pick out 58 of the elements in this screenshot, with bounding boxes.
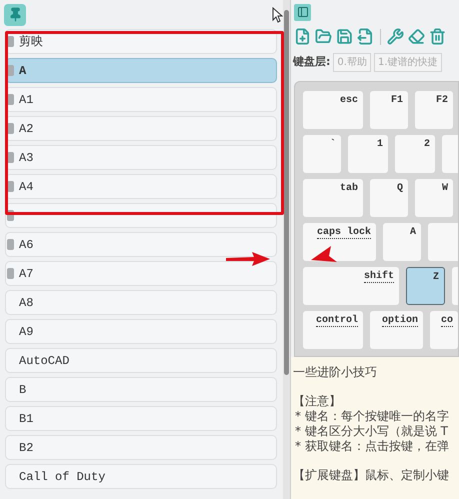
preset-item[interactable]: A7 (5, 261, 277, 286)
pin-icon (8, 7, 22, 22)
keyboard-key[interactable]: esc (303, 91, 363, 129)
keyboard-key[interactable]: 1 (348, 135, 388, 173)
tips-title: 一些进阶小技巧 (293, 365, 378, 380)
wrench-icon (387, 28, 404, 45)
keyboard-key[interactable]: caps lock (303, 223, 376, 261)
pin-button[interactable] (4, 4, 26, 26)
scrollbar[interactable] (283, 0, 290, 499)
keyboard-key[interactable]: F2 (415, 91, 453, 129)
preset-item[interactable]: A2 (5, 116, 277, 141)
keyboard-key[interactable]: 2 (395, 135, 435, 173)
keyboard-key[interactable]: Q (370, 179, 408, 217)
new-file-icon (294, 28, 311, 45)
keyboard-key[interactable]: Z (406, 267, 445, 305)
preset-item[interactable]: A9 (5, 319, 277, 344)
keyboard-key[interactable]: F1 (370, 91, 408, 129)
keyboard-key[interactable]: W (415, 179, 453, 217)
keyboard-key[interactable]: option (370, 311, 423, 349)
tips-heading: 【注意】 (293, 394, 342, 409)
preset-item[interactable]: A1 (5, 87, 277, 112)
preset-item[interactable]: B1 (5, 406, 277, 431)
keyboard-key[interactable]: A (383, 223, 421, 261)
collapse-button[interactable] (294, 4, 311, 20)
eraser-button[interactable] (408, 26, 425, 46)
trash-button[interactable] (429, 26, 446, 46)
wrench-button[interactable] (387, 26, 404, 46)
annotation-arrow (226, 252, 270, 266)
preset-item[interactable]: A6 (5, 232, 277, 257)
keyboard-key[interactable]: co (430, 311, 458, 349)
preset-item[interactable]: A8 (5, 290, 277, 315)
preset-item[interactable]: AutoCAD (5, 348, 277, 373)
preset-item[interactable]: A4 (5, 174, 277, 199)
tips-bullet: * 获取键名：点击按键，在弹 (294, 439, 450, 454)
save-button[interactable] (336, 26, 353, 46)
eraser-icon (408, 28, 425, 45)
trash-icon (429, 28, 446, 45)
keyboard-key[interactable]: ` (303, 135, 341, 173)
new-file-button[interactable] (294, 26, 311, 46)
annotation-arrowhead (311, 246, 339, 262)
preset-item[interactable]: B2 (5, 435, 277, 460)
preset-item[interactable]: B (5, 377, 277, 402)
keyboard-key[interactable]: control (303, 311, 363, 349)
preset-item[interactable]: A (5, 58, 277, 83)
cursor-icon (272, 7, 283, 23)
folder-icon (315, 28, 332, 45)
export-file-button[interactable] (357, 26, 374, 46)
keyboard-key[interactable]: tab (303, 179, 363, 217)
export-file-icon (357, 28, 374, 45)
keyboard-key[interactable]: shift (303, 267, 399, 305)
tips-bullet: * 键名区分大小写（就是说 T (294, 424, 449, 439)
preset-item[interactable]: Call of Duty (5, 464, 277, 489)
tips-bullet: * 键名：每个按键唯一的名字 (294, 409, 450, 424)
save-icon (336, 28, 353, 45)
tips-heading: 【扩展键盘】鼠标、定制小键 (293, 468, 450, 483)
layer-label: 键盘层: (293, 54, 330, 70)
preset-item[interactable]: A3 (5, 145, 277, 170)
panel-icon (296, 6, 308, 18)
